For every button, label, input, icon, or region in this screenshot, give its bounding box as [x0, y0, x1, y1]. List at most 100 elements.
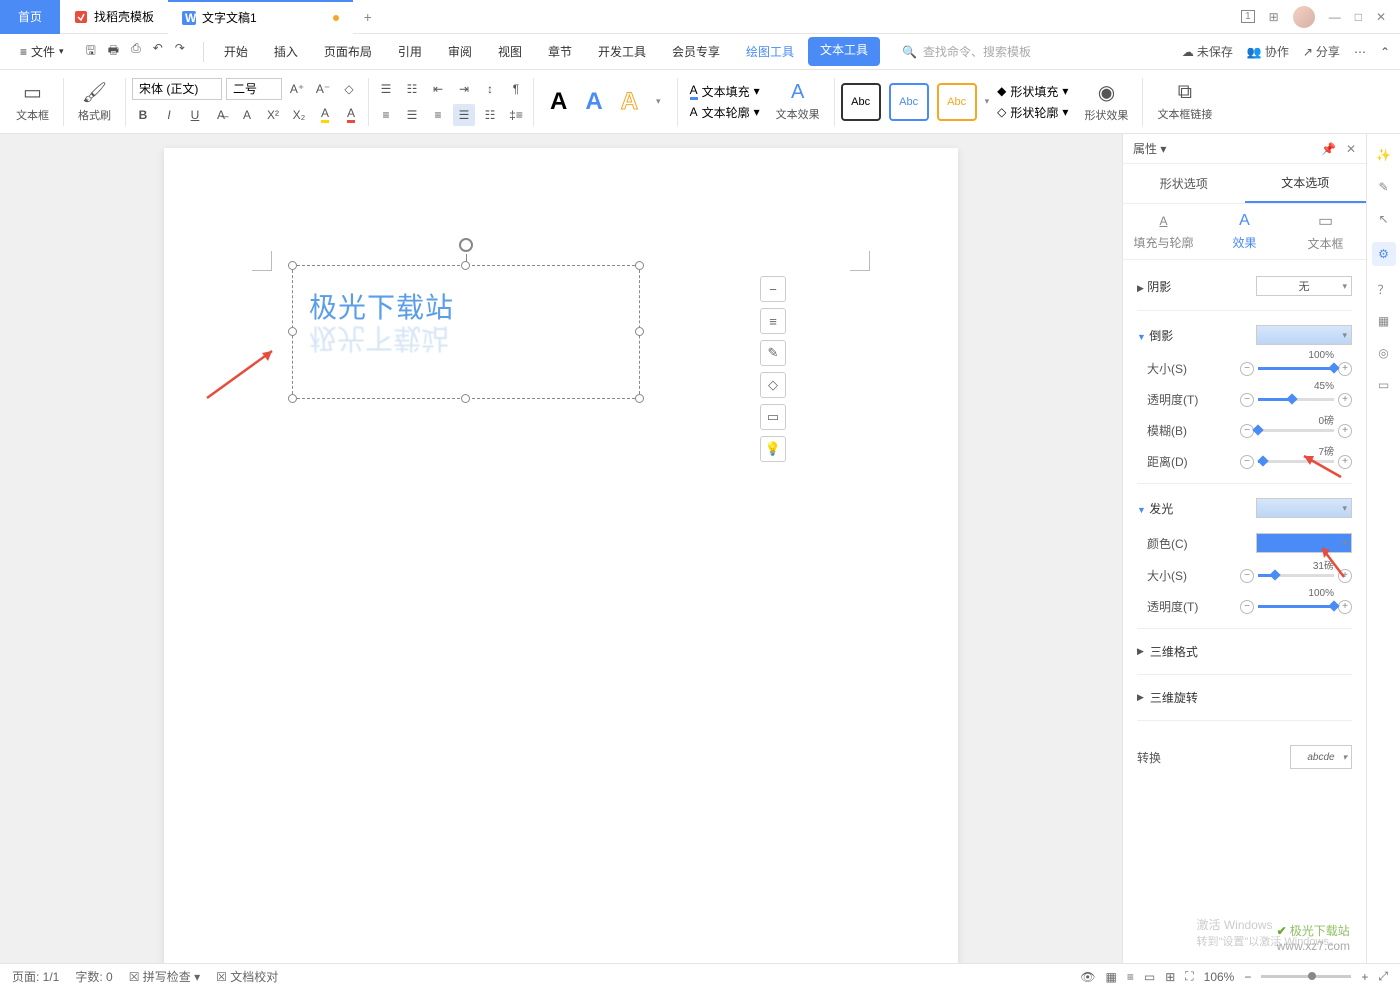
- rotate-handle[interactable]: [459, 238, 473, 252]
- document-page[interactable]: 极光下载站 极光下载站 − ≡ ✎ ◇ ▭ 💡: [164, 148, 958, 963]
- zoom-in-icon[interactable]: +: [1361, 970, 1368, 984]
- status-words[interactable]: 字数: 0: [75, 968, 112, 985]
- collapse-ribbon-icon[interactable]: ⌃: [1380, 45, 1390, 59]
- section-3d-format[interactable]: ▶ 三维格式: [1137, 635, 1352, 668]
- tab-template[interactable]: 找稻壳模板: [60, 0, 168, 34]
- superscript-button[interactable]: X²: [262, 104, 284, 126]
- view-outline-icon[interactable]: ⊞: [1165, 970, 1175, 984]
- collab-button[interactable]: 👥 协作: [1247, 43, 1289, 60]
- new-tab-button[interactable]: +: [353, 9, 383, 25]
- shadow-preset-combo[interactable]: 无: [1256, 276, 1352, 296]
- section-glow[interactable]: ▼ 发光: [1137, 490, 1352, 526]
- text-outline-button[interactable]: A 文本轮廓 ▾: [690, 104, 760, 121]
- redo-icon[interactable]: ↷: [175, 41, 185, 62]
- search-commands[interactable]: 🔍 查找命令、搜索模板: [882, 43, 1180, 60]
- number-list-icon[interactable]: ☷: [401, 78, 423, 100]
- font-name-combo[interactable]: 宋体 (正文): [132, 78, 222, 100]
- close-button[interactable]: ✕: [1376, 10, 1386, 24]
- tab-document[interactable]: W 文字文稿1: [168, 0, 353, 34]
- minus-icon[interactable]: −: [1240, 569, 1254, 583]
- textbox-link-button[interactable]: ⧉文本框链接: [1149, 81, 1220, 122]
- resize-handle[interactable]: [635, 327, 644, 336]
- align-center-icon[interactable]: ☰: [401, 104, 423, 126]
- wordart-black-icon[interactable]: A: [550, 88, 567, 116]
- glow-size-slider[interactable]: 31磅−+: [1240, 569, 1352, 583]
- plus-icon[interactable]: +: [1338, 393, 1352, 407]
- float-collapse-button[interactable]: −: [760, 276, 786, 302]
- glow-color-combo[interactable]: [1256, 533, 1352, 553]
- resize-handle[interactable]: [461, 394, 470, 403]
- tab-text-options[interactable]: 文本选项: [1245, 164, 1367, 203]
- font-color-button[interactable]: A: [340, 104, 362, 126]
- line-spacing-icon[interactable]: ‡≡: [505, 104, 527, 126]
- reflection-size-slider[interactable]: 100%−+: [1240, 362, 1352, 376]
- reflection-blur-slider[interactable]: 0磅−+: [1240, 424, 1352, 438]
- glow-preset-combo[interactable]: [1256, 498, 1352, 518]
- bold-button[interactable]: B: [132, 104, 154, 126]
- float-idea-button[interactable]: 💡: [760, 436, 786, 462]
- shape-fill-button[interactable]: ◆ 形状填充 ▾: [997, 83, 1068, 100]
- tab-shape-options[interactable]: 形状选项: [1123, 164, 1245, 203]
- section-shadow[interactable]: ▶ 阴影 无: [1137, 268, 1352, 304]
- menu-draw-tool[interactable]: 绘图工具: [734, 37, 806, 66]
- wordart-orange-icon[interactable]: A: [621, 88, 638, 116]
- underline-button[interactable]: U: [184, 104, 206, 126]
- status-spellcheck[interactable]: ☒ 拼写检查 ▾: [129, 968, 200, 985]
- text-fill-button[interactable]: A 文本填充 ▾: [690, 83, 760, 100]
- plus-icon[interactable]: +: [1338, 569, 1352, 583]
- subtab-textbox[interactable]: ▭文本框: [1285, 204, 1366, 259]
- zoom-slider[interactable]: [1261, 975, 1351, 978]
- menu-section[interactable]: 章节: [536, 37, 584, 66]
- view-page-icon[interactable]: ≡: [1127, 970, 1134, 984]
- reflection-distance-slider[interactable]: 7磅−+: [1240, 455, 1352, 469]
- unsaved-button[interactable]: ☁ 未保存: [1182, 43, 1233, 60]
- align-right-icon[interactable]: ≡: [427, 104, 449, 126]
- reflection-opacity-slider[interactable]: 45%−+: [1240, 393, 1352, 407]
- float-edit-button[interactable]: ✎: [760, 340, 786, 366]
- menu-start[interactable]: 开始: [212, 37, 260, 66]
- eye-icon[interactable]: 👁: [1080, 970, 1095, 984]
- wordart-styles[interactable]: A A A ▾: [540, 88, 671, 116]
- apps-icon[interactable]: ⊞: [1269, 10, 1279, 24]
- shape-more-icon[interactable]: ▾: [985, 96, 990, 107]
- rail-location-icon[interactable]: ◎: [1375, 344, 1393, 362]
- minus-icon[interactable]: −: [1240, 362, 1254, 376]
- format-painter[interactable]: 🖌格式刷: [70, 80, 119, 123]
- rail-pen-icon[interactable]: ✎: [1375, 178, 1393, 196]
- menu-text-tool[interactable]: 文本工具: [808, 37, 880, 66]
- increase-indent-icon[interactable]: ⇥: [453, 78, 475, 100]
- subscript-button[interactable]: X₂: [288, 104, 310, 126]
- menu-insert[interactable]: 插入: [262, 37, 310, 66]
- strike-button[interactable]: A̶: [210, 104, 232, 126]
- pin-icon[interactable]: 📌: [1321, 142, 1336, 156]
- minus-icon[interactable]: −: [1240, 455, 1254, 469]
- sort-icon[interactable]: ¶: [505, 78, 527, 100]
- glow-opacity-slider[interactable]: 100%−+: [1240, 600, 1352, 614]
- minus-icon[interactable]: −: [1240, 600, 1254, 614]
- print-icon[interactable]: ⎙: [131, 41, 141, 62]
- section-reflection[interactable]: ▼ 倒影: [1137, 317, 1352, 353]
- share-button[interactable]: ↗ 分享: [1303, 43, 1340, 60]
- menu-view[interactable]: 视图: [486, 37, 534, 66]
- text-direction-icon[interactable]: ↕: [479, 78, 501, 100]
- resize-handle[interactable]: [288, 394, 297, 403]
- rail-ai-icon[interactable]: ✨: [1375, 146, 1393, 164]
- increase-font-icon[interactable]: A⁺: [286, 78, 308, 100]
- font-size-combo[interactable]: 二号: [226, 78, 282, 100]
- decrease-font-icon[interactable]: A⁻: [312, 78, 334, 100]
- rail-template-icon[interactable]: ▦: [1375, 312, 1393, 330]
- tab-home[interactable]: 首页: [0, 0, 60, 34]
- plus-icon[interactable]: +: [1338, 600, 1352, 614]
- distribute-icon[interactable]: ☷: [479, 104, 501, 126]
- menu-devtools[interactable]: 开发工具: [586, 37, 658, 66]
- close-panel-icon[interactable]: ✕: [1346, 142, 1356, 156]
- shape-style-1[interactable]: Abc: [841, 83, 881, 121]
- resize-handle[interactable]: [635, 261, 644, 270]
- plus-icon[interactable]: +: [1338, 362, 1352, 376]
- plus-icon[interactable]: +: [1338, 455, 1352, 469]
- align-justify-icon[interactable]: ☰: [453, 104, 475, 126]
- rail-help-icon[interactable]: ？: [1375, 280, 1393, 298]
- fit-icon[interactable]: ⛶: [1185, 969, 1193, 984]
- menu-layout[interactable]: 页面布局: [312, 37, 384, 66]
- textbox-group[interactable]: ▭文本框: [8, 80, 57, 123]
